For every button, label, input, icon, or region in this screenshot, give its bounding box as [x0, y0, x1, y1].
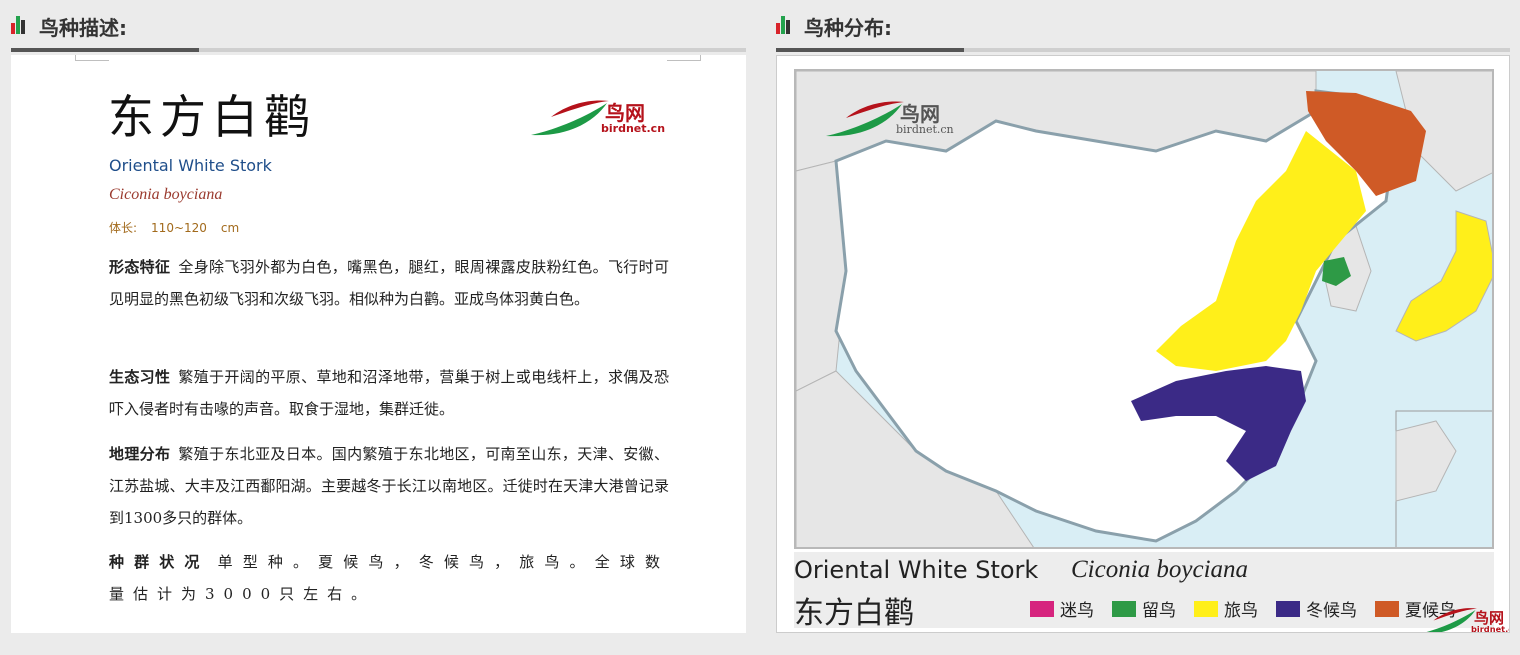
distribution-map: 鸟网 birdnet.cn: [794, 69, 1494, 549]
section-population: 种群状况 单型种。夏候鸟，冬候鸟，旅鸟。全球数量估计为3000只左右。: [109, 546, 669, 610]
map-title-en: Oriental White Stork: [794, 556, 1039, 584]
description-header-title: 鸟种描述:: [39, 16, 127, 40]
legend-label: 留鸟: [1142, 601, 1176, 621]
watermark-logo: 鸟网 birdnet.cn: [1417, 604, 1509, 633]
legend-swatch: [1194, 600, 1218, 617]
section-label: 种群状况: [109, 553, 210, 571]
legend-item-winter: 冬候鸟: [1276, 596, 1357, 621]
distribution-header-title: 鸟种分布:: [804, 16, 892, 40]
header-rule-accent: [11, 48, 199, 52]
map-legend: Oriental White Stork Ciconia boyciana 东方…: [794, 552, 1494, 631]
section-text: 繁殖于开阔的平原、草地和沼泽地带，营巢于树上或电线杆上，求偶及恐吓入侵者时有击喙…: [109, 368, 669, 418]
body-length: 体长: 110~120 cm: [109, 219, 253, 236]
legend-label: 冬候鸟: [1306, 601, 1357, 621]
distribution-panel: 鸟网 birdnet.cn Oriental White Stork Cicon…: [776, 55, 1510, 633]
legend-label: 旅鸟: [1224, 601, 1258, 621]
distribution-header: 鸟种分布:: [776, 0, 1510, 52]
section-ecology: 生态习性 繁殖于开阔的平原、草地和沼泽地带，营巢于树上或电线杆上，求偶及恐吓入侵者…: [109, 361, 669, 425]
legend-item-resident: 留鸟: [1112, 596, 1176, 621]
legend-item-vagrant: 迷鸟: [1030, 596, 1094, 621]
flag-icon: [776, 16, 790, 34]
legend-label: 迷鸟: [1060, 601, 1094, 621]
map-title-cn: 东方白鹳: [794, 596, 914, 631]
bird-name-cn: 东方白鹳: [108, 90, 316, 144]
flag-icon: [11, 16, 25, 34]
section-text: 繁殖于东北亚及日本。国内繁殖于东北地区，可南至山东，天津、安徽、江苏盐城、大丰及…: [109, 445, 669, 527]
legend-swatch: [1375, 600, 1399, 617]
body-length-unit: cm: [220, 221, 240, 235]
map-logo: 鸟网 birdnet.cn: [824, 96, 954, 146]
legend-item-passage: 旅鸟: [1194, 596, 1258, 621]
map-title-scientific: Ciconia boyciana: [1071, 556, 1249, 583]
birdnet-logo: 鸟网 birdnet.cn: [529, 95, 665, 145]
body-length-value: 110~120: [151, 221, 207, 235]
section-label: 生态习性: [109, 368, 171, 386]
crop-mark: [667, 55, 701, 61]
body-length-label: 体长:: [109, 221, 138, 235]
header-rule-accent: [776, 48, 964, 52]
legend-swatch: [1276, 600, 1300, 617]
section-label: 形态特征: [109, 258, 171, 276]
legend-items: 迷鸟 留鸟 旅鸟 冬候鸟 夏候鸟: [1030, 596, 1456, 621]
crop-mark: [75, 55, 109, 61]
description-panel: 东方白鹳 Oriental White Stork Ciconia boycia…: [11, 55, 746, 633]
bird-name-scientific: Ciconia boyciana: [109, 186, 223, 203]
section-geography: 地理分布 繁殖于东北亚及日本。国内繁殖于东北地区，可南至山东，天津、安徽、江苏盐城…: [109, 438, 669, 534]
section-label: 地理分布: [109, 445, 171, 463]
section-morphology: 形态特征 全身除飞羽外都为白色，嘴黑色，腿红，眼周裸露皮肤粉红色。飞行时可见明显的…: [109, 251, 669, 315]
logo-text-en: birdnet.cn: [1471, 624, 1509, 633]
logo-text-en: birdnet.cn: [896, 123, 954, 136]
legend-swatch: [1030, 600, 1054, 617]
land-japan: [1395, 210, 1492, 342]
logo-text-en: birdnet.cn: [601, 122, 666, 135]
section-text: 全身除飞羽外都为白色，嘴黑色，腿红，眼周裸露皮肤粉红色。飞行时可见明显的黑色初级…: [109, 258, 669, 308]
legend-swatch: [1112, 600, 1136, 617]
bird-name-en: Oriental White Stork: [109, 156, 272, 175]
description-header: 鸟种描述:: [11, 0, 746, 52]
